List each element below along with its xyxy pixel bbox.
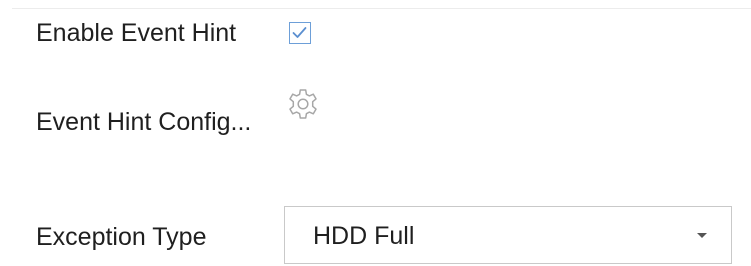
event-hint-config-label: Event Hint Config...	[36, 108, 252, 136]
exception-type-label: Exception Type	[36, 223, 207, 251]
exception-type-selected-value: HDD Full	[313, 222, 415, 250]
gear-icon[interactable]	[286, 87, 320, 121]
event-hint-settings-panel: Enable Event Hint Event Hint Config... E…	[0, 0, 751, 266]
enable-event-hint-checkbox[interactable]	[289, 22, 311, 44]
enable-event-hint-label: Enable Event Hint	[36, 19, 237, 47]
checkmark-icon	[292, 27, 307, 38]
exception-type-select[interactable]: HDD Full	[284, 206, 732, 264]
caret-down-icon[interactable]	[697, 233, 707, 238]
panel-top-divider	[12, 8, 751, 9]
